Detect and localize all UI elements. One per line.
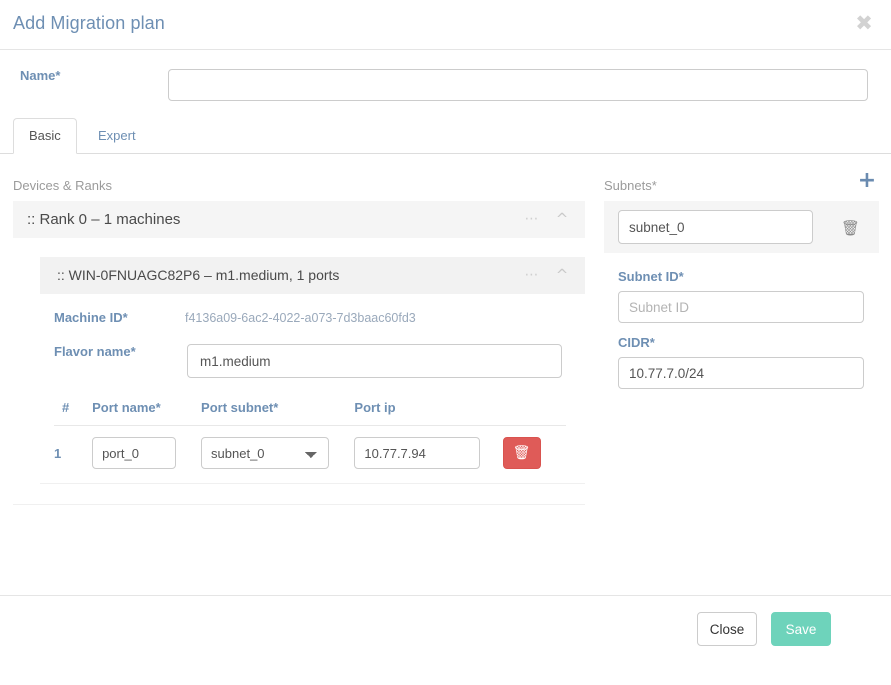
rank-header[interactable]: :: Rank 0 – 1 machines ⋯ ^ (13, 201, 585, 238)
dialog-title: Add Migration plan (13, 13, 165, 33)
col-port-ip: Port ip (354, 400, 503, 426)
flavor-row: Flavor name* (40, 344, 585, 378)
col-port-subnet: Port subnet* (201, 400, 355, 426)
chevron-up-icon[interactable]: ^ (552, 201, 572, 238)
table-row: 1 subnet_0 (54, 426, 567, 469)
delete-port-button[interactable]: 🗑 (502, 437, 541, 469)
trash-icon: 🗑 (512, 445, 531, 461)
flavor-name-label: Flavor name* (54, 344, 136, 359)
close-button[interactable]: Close (697, 612, 757, 646)
devices-and-ranks-panel: Devices & Ranks :: Rank 0 – 1 machines ⋯… (13, 155, 588, 505)
port-subnet-cell: subnet_0 (201, 426, 354, 469)
col-index: # (54, 400, 93, 426)
machine-header[interactable]: :: WIN-0FNUAGC82P6 – m1.medium, 1 ports … (40, 257, 585, 294)
port-row-index: 1 (54, 445, 62, 461)
port-name-cell (92, 426, 201, 469)
dialog-footer: Close Save (0, 595, 891, 685)
subnet-id-input[interactable] (618, 291, 864, 323)
ellipsis-icon[interactable]: ⋯ (523, 201, 541, 238)
ellipsis-icon[interactable]: ⋯ (523, 257, 541, 294)
tab-bar: Basic Expert (0, 118, 891, 154)
subnet-list-item: 🗑 (604, 201, 879, 253)
machine-id-value: f4136a09-6ac2-4022-a073-7d3baac60fd3 (185, 311, 416, 325)
tab-basic[interactable]: Basic (13, 118, 77, 154)
port-ip-cell (354, 426, 502, 469)
machine-id-row: Machine ID* f4136a09-6ac2-4022-a073-7d3b… (40, 310, 585, 330)
ports-table-header-row: # Port name* Port subnet* Port ip (54, 400, 566, 426)
port-subnet-select[interactable]: subnet_0 (201, 437, 330, 469)
subnets-panel: Subnets* + 🗑 Subnet ID* CIDR* (604, 155, 879, 389)
footer-buttons: Close Save (651, 596, 831, 685)
rank-title: :: Rank 0 – 1 machines (27, 211, 181, 228)
port-ip-input[interactable] (354, 437, 481, 469)
subnet-name-input[interactable] (618, 210, 813, 244)
subnets-section-label: Subnets* + (604, 155, 879, 201)
chevron-up-icon[interactable]: ^ (552, 257, 572, 294)
port-actions-cell: 🗑 (502, 426, 567, 469)
subnet-detail-fields: Subnet ID* CIDR* (604, 253, 879, 389)
col-actions (502, 400, 566, 426)
name-input[interactable] (168, 69, 868, 101)
dialog-header: Add Migration plan ✖ (0, 0, 891, 50)
col-port-name: Port name* (92, 400, 202, 426)
close-icon[interactable]: ✖ (851, 10, 877, 36)
save-button[interactable]: Save (771, 612, 831, 646)
tab-expert[interactable]: Expert (82, 118, 152, 154)
port-name-input[interactable] (92, 437, 177, 469)
cidr-label: CIDR* (618, 335, 655, 350)
plus-icon[interactable]: + (857, 170, 877, 192)
trash-icon[interactable]: 🗑 (841, 218, 860, 238)
subnets-label-text: Subnets* (604, 178, 657, 193)
rank-card: :: Rank 0 – 1 machines ⋯ ^ :: WIN-0FNUAG… (13, 201, 585, 505)
flavor-name-input[interactable] (187, 344, 562, 378)
machine-card: :: WIN-0FNUAGC82P6 – m1.medium, 1 ports … (40, 257, 585, 484)
ports-table: # Port name* Port subnet* Port ip 1 port… (54, 400, 566, 469)
name-label: Name* (20, 68, 61, 83)
subnet-id-label: Subnet ID* (618, 269, 684, 284)
cidr-input[interactable] (618, 357, 864, 389)
machine-title: :: WIN-0FNUAGC82P6 – m1.medium, 1 ports (57, 267, 340, 283)
dialog-body: Devices & Ranks :: Rank 0 – 1 machines ⋯… (0, 155, 891, 595)
add-migration-plan-dialog: Add Migration plan ✖ Name* Basic Expert … (0, 0, 891, 685)
devices-section-label: Devices & Ranks (13, 178, 112, 193)
machine-id-label: Machine ID* (54, 310, 128, 325)
